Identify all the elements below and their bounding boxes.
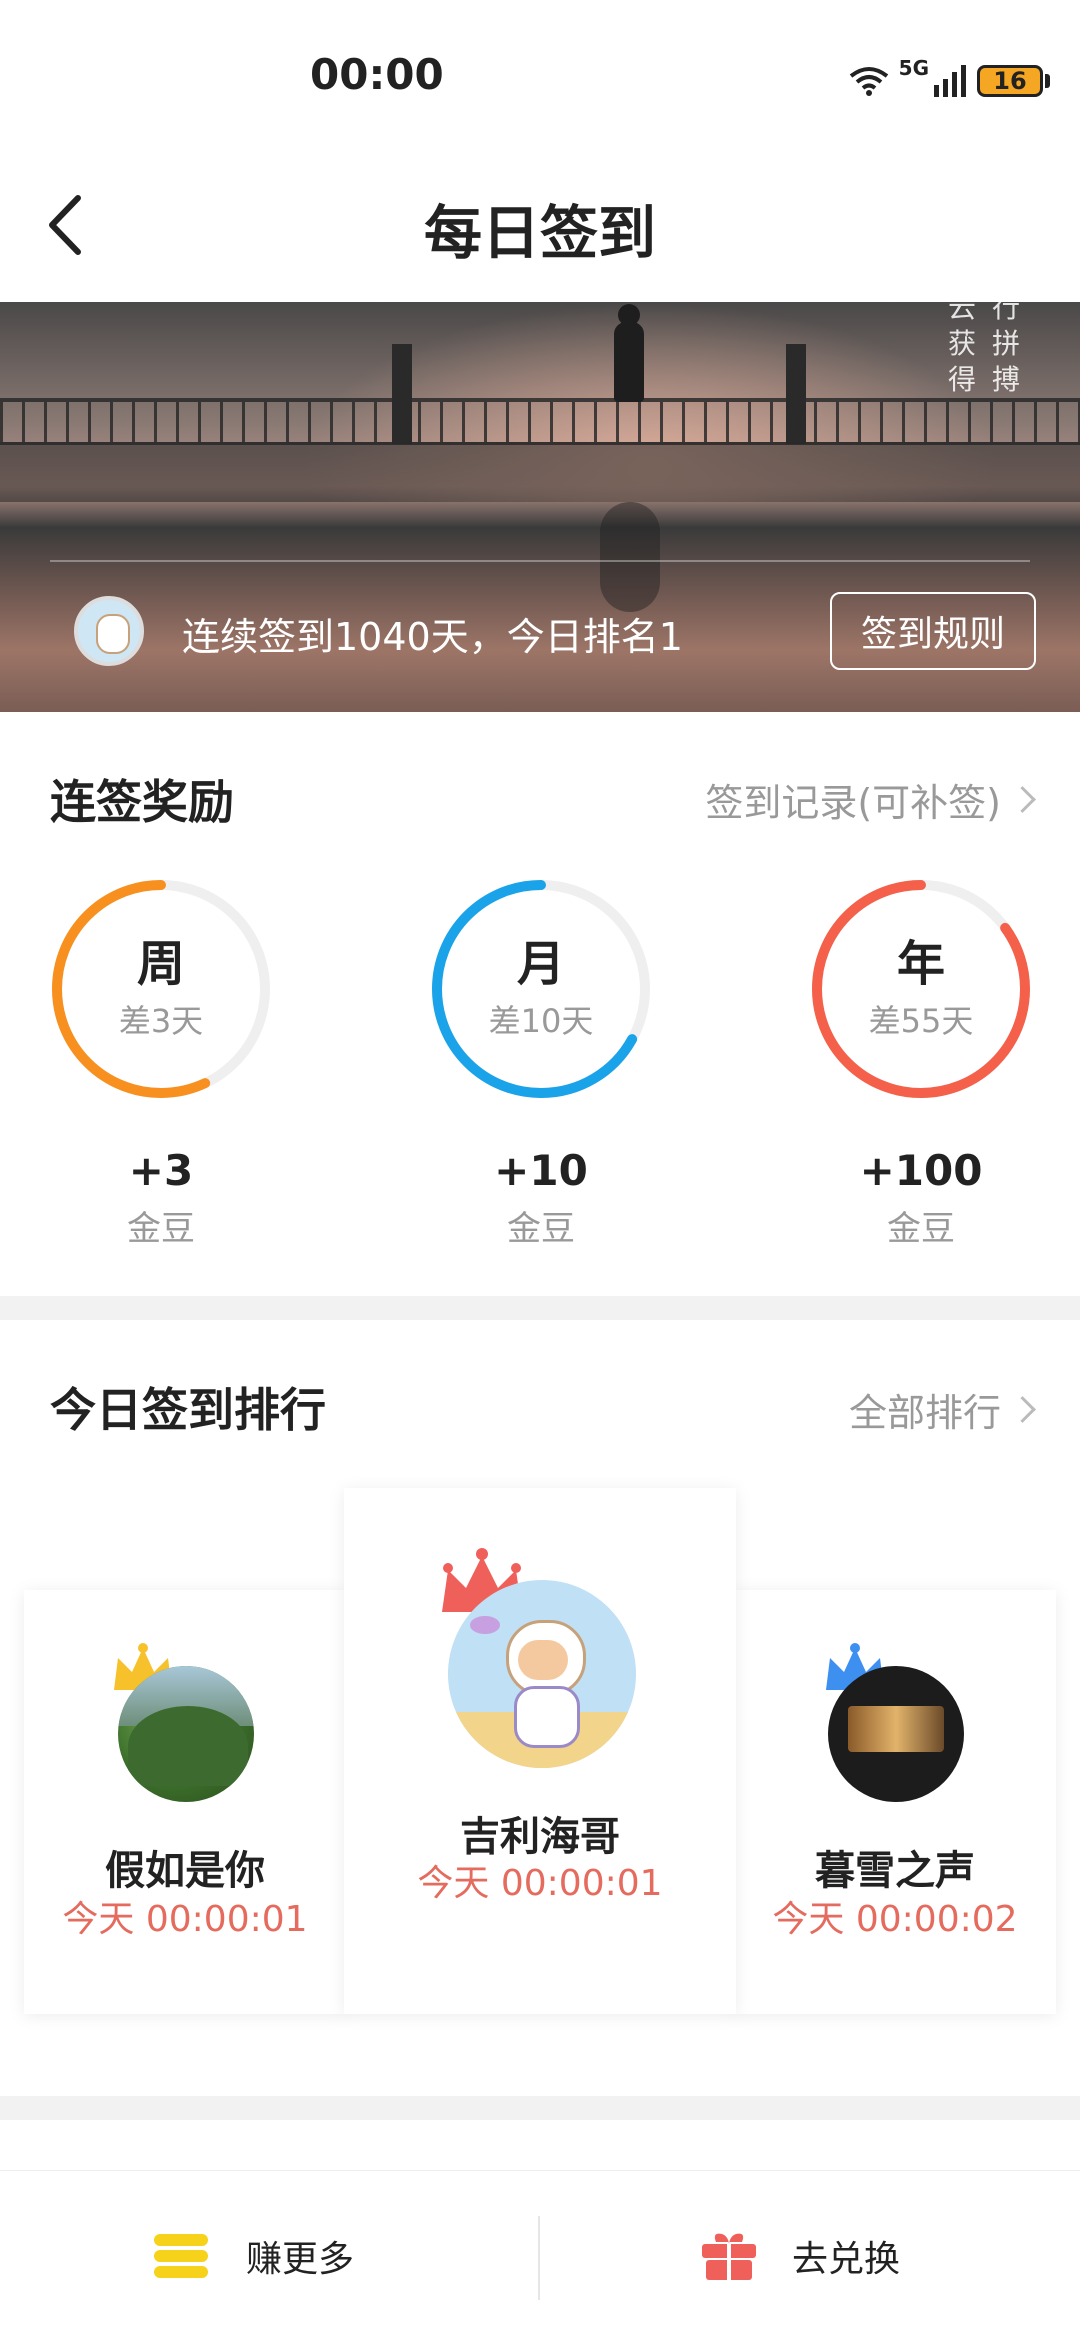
all-ranking-link[interactable]: 全部排行: [848, 1382, 1036, 1437]
planet-icon: [470, 1616, 500, 1634]
wifi-icon: [849, 67, 888, 96]
week-reward: +3 金豆: [48, 1146, 274, 1250]
month-ring-label: 月 差10天: [428, 924, 654, 1042]
year-ring-label: 年 差55天: [808, 924, 1034, 1042]
astronaut-body: [514, 1686, 580, 1748]
chevron-right-icon: [1009, 1396, 1036, 1423]
ranking-title: 今日签到排行: [50, 1383, 326, 1437]
streak-rewards-title: 连签奖励: [50, 775, 234, 829]
battery-icon: 16: [977, 65, 1043, 97]
month-remaining: 差10天: [488, 1002, 594, 1040]
chevron-right-icon: [1009, 786, 1036, 813]
earn-more-label: 赚更多: [246, 2239, 355, 2280]
coin-stack-icon: [154, 2234, 208, 2278]
section-divider: [0, 1296, 1080, 1320]
all-ranking-label: 全部排行: [848, 1391, 1001, 1435]
banner-reflection: [600, 502, 660, 612]
network-type-label: 5G: [898, 56, 929, 80]
redeem-button[interactable]: 去兑换: [700, 2214, 970, 2298]
rank-card-third[interactable]: 暮雪之声 今天 00:00:02: [734, 1590, 1056, 2014]
month-period: 月: [516, 936, 565, 992]
streak-status-text: 连续签到1040天，今日排名1: [182, 615, 683, 659]
rank-time: 今天 00:00:01: [62, 1899, 308, 1940]
user-avatar[interactable]: [74, 596, 144, 666]
sign-in-record-link[interactable]: 签到记录(可补签): [705, 772, 1036, 827]
year-period: 年: [896, 936, 945, 992]
rank-card-first[interactable]: 吉利海哥 今天 00:00:01: [344, 1488, 736, 2014]
banner-watermark-col2: 行拼搏: [992, 302, 1021, 396]
battery-level: 16: [993, 67, 1027, 95]
year-reward: +100 金豆: [808, 1146, 1034, 1250]
week-remaining: 差3天: [118, 1002, 204, 1040]
month-reward: +10 金豆: [428, 1146, 654, 1250]
banner-person: [614, 322, 644, 402]
avatar-mountain: [128, 1706, 248, 1786]
rank-time: 今天 00:00:01: [417, 1863, 663, 1904]
gift-icon: [702, 2233, 756, 2280]
sign-in-rules-button[interactable]: 签到规则: [830, 592, 1036, 670]
year-remaining: 差55天: [868, 1002, 974, 1040]
rank-time: 今天 00:00:02: [772, 1899, 1018, 1940]
status-time: 00:00: [310, 50, 444, 99]
week-period: 周: [136, 936, 185, 992]
bottom-bar-divider: [538, 2216, 540, 2300]
year-reward-unit: 金豆: [887, 1209, 955, 1249]
banner-railing: [0, 398, 1080, 445]
banner-divider: [50, 560, 1030, 562]
rank-name: 假如是你: [105, 1848, 265, 1894]
banner-post: [392, 344, 412, 444]
section-divider: [0, 2096, 1080, 2120]
user-avatar: [118, 1666, 254, 1802]
astronaut-icon: [96, 614, 130, 654]
week-reward-unit: 金豆: [127, 1209, 195, 1249]
avatar-artwork: [848, 1706, 944, 1752]
week-reward-amount: +3: [128, 1146, 194, 1195]
banner-ground: [0, 442, 1080, 502]
sign-in-record-label: 签到记录(可补签): [705, 781, 1001, 825]
month-reward-unit: 金豆: [507, 1209, 575, 1249]
user-avatar: [448, 1580, 636, 1768]
astronaut-face: [518, 1640, 568, 1680]
user-avatar: [828, 1666, 964, 1802]
banner-watermark-col1: 云获得: [948, 302, 977, 396]
battery-tip: [1045, 74, 1050, 88]
month-reward-amount: +10: [494, 1146, 588, 1195]
signal-icon: [934, 65, 966, 97]
year-reward-amount: +100: [859, 1146, 983, 1195]
status-icons: 5G 16: [849, 56, 1050, 106]
rank-card-second[interactable]: 假如是你 今天 00:00:01: [24, 1590, 346, 2014]
rank-name: 暮雪之声: [815, 1848, 975, 1894]
page-title: 每日签到: [423, 199, 656, 267]
banner-post: [786, 344, 806, 444]
earn-more-button[interactable]: 赚更多: [150, 2214, 420, 2298]
redeem-label: 去兑换: [792, 2239, 901, 2280]
week-ring-label: 周 差3天: [48, 924, 274, 1042]
